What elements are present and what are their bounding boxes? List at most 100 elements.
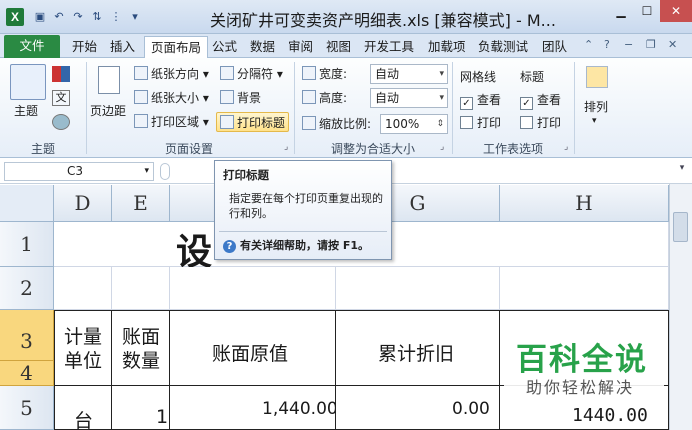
maximize-icon: ☐ bbox=[641, 4, 653, 18]
gridlines-print-checkbox[interactable]: 打印 bbox=[460, 114, 501, 132]
save-icon[interactable]: ▣ bbox=[32, 9, 48, 25]
cell-g5-text: 0.00 bbox=[452, 399, 490, 419]
tooltip-divider bbox=[219, 231, 387, 232]
workbook-close-icon[interactable]: ✕ bbox=[668, 38, 677, 51]
row-header-4[interactable]: 4 bbox=[0, 361, 54, 386]
paper-size-icon bbox=[134, 90, 148, 104]
filter-icon[interactable]: ⋮ bbox=[108, 9, 124, 25]
cell[interactable] bbox=[336, 267, 500, 310]
name-box[interactable]: C3 ▾ bbox=[4, 162, 154, 181]
cell-h5-text: 1440.00 bbox=[572, 405, 648, 426]
scale-stepper[interactable]: 100% ⇕ bbox=[380, 114, 448, 134]
help-icon[interactable]: ? bbox=[604, 38, 610, 51]
stepper-icon[interactable]: ⇕ bbox=[436, 115, 444, 133]
headings-view-label: 查看 bbox=[537, 93, 562, 107]
margins-button[interactable]: 页边距 bbox=[90, 102, 126, 119]
height-icon bbox=[302, 90, 316, 104]
tab-team[interactable]: 团队 bbox=[542, 36, 567, 58]
minimize-button[interactable]: ▁ bbox=[608, 0, 634, 22]
cell-f5-text: 1,440.00 bbox=[262, 399, 338, 419]
cell[interactable] bbox=[170, 267, 336, 310]
select-all-corner[interactable] bbox=[0, 185, 54, 222]
theme-effects-icon[interactable] bbox=[52, 114, 70, 130]
row-header-1[interactable]: 1 bbox=[0, 222, 54, 267]
chevron-down-icon: ▾ bbox=[439, 69, 444, 79]
background-button[interactable]: 背景 bbox=[220, 88, 261, 108]
gridlines-view-label: 查看 bbox=[477, 93, 502, 107]
margins-icon[interactable] bbox=[98, 66, 120, 94]
cell[interactable] bbox=[500, 267, 669, 310]
tab-review[interactable]: 审阅 bbox=[288, 36, 313, 58]
sheet-options-launcher-icon[interactable]: ⌟ bbox=[564, 142, 568, 152]
customize-icon[interactable]: ▾ bbox=[127, 9, 143, 25]
group-label-sheet-options: 工作表选项 bbox=[482, 142, 543, 156]
expand-formula-bar-icon[interactable]: ▾ bbox=[674, 163, 690, 181]
tab-load-test[interactable]: 负载测试 bbox=[478, 36, 528, 58]
print-titles-button[interactable]: 打印标题 bbox=[216, 112, 290, 132]
sort-icon[interactable]: ⇅ bbox=[89, 9, 105, 25]
tab-developer[interactable]: 开发工具 bbox=[364, 36, 414, 58]
chevron-down-icon: ▾ bbox=[592, 116, 597, 126]
watermark-brand: 百科全说 bbox=[516, 342, 648, 378]
size-label: 纸张大小 bbox=[151, 91, 200, 105]
gridlines-view-checkbox[interactable]: ✓ 查看 bbox=[460, 91, 502, 110]
vertical-scrollbar[interactable] bbox=[669, 184, 692, 430]
width-value: 自动 bbox=[375, 67, 400, 81]
redo-icon[interactable]: ↷ bbox=[70, 9, 86, 25]
header-book-value: 账面原值 bbox=[212, 343, 289, 365]
cell[interactable] bbox=[54, 267, 112, 310]
tab-page-layout[interactable]: 页面布局 bbox=[144, 36, 209, 59]
tab-addins[interactable]: 加载项 bbox=[428, 36, 466, 58]
theme-button[interactable]: 主题 bbox=[14, 102, 38, 119]
orientation-button[interactable]: 纸张方向 ▾ bbox=[134, 64, 209, 84]
tab-view[interactable]: 视图 bbox=[326, 36, 351, 58]
orientation-icon bbox=[134, 66, 148, 80]
checkbox-icon bbox=[520, 116, 533, 129]
chevron-down-icon: ▾ bbox=[144, 166, 149, 176]
tab-home[interactable]: 开始 bbox=[72, 36, 97, 58]
minimize-icon: ▁ bbox=[616, 4, 626, 18]
print-area-button[interactable]: 打印区域 ▾ bbox=[134, 112, 209, 132]
tab-formulas[interactable]: 公式 bbox=[212, 36, 237, 58]
tab-file[interactable]: 文件 bbox=[4, 35, 60, 58]
breaks-button[interactable]: 分隔符 ▾ bbox=[220, 64, 283, 84]
size-button[interactable]: 纸张大小 ▾ bbox=[134, 88, 209, 108]
excel-app-icon[interactable]: X bbox=[6, 8, 24, 26]
column-header-d[interactable]: D bbox=[54, 185, 112, 222]
ribbon-tabs: 文件 开始 插入 页面布局 公式 数据 审阅 视图 开发工具 加载项 负载测试 … bbox=[0, 34, 692, 59]
close-button[interactable]: ✕ bbox=[660, 0, 692, 22]
workbook-minimize-icon[interactable]: − bbox=[624, 38, 633, 51]
window-title: 关闭矿井可变卖资产明细表.xls [兼容模式] - M... bbox=[210, 11, 556, 30]
tooltip-help: ? 有关详细帮助，请按 F1。 bbox=[223, 237, 369, 253]
workbook-restore-icon[interactable]: ❐ bbox=[646, 38, 656, 51]
tab-data[interactable]: 数据 bbox=[250, 36, 275, 58]
print-titles-icon bbox=[220, 115, 234, 129]
header-book-qty: 账面数量 bbox=[122, 326, 161, 372]
formula-bar-expander-icon[interactable] bbox=[160, 163, 170, 180]
tab-insert[interactable]: 插入 bbox=[110, 36, 135, 58]
headings-view-checkbox[interactable]: ✓ 查看 bbox=[520, 91, 562, 110]
row-header-3[interactable]: 3 bbox=[0, 310, 54, 361]
cell[interactable] bbox=[112, 267, 170, 310]
row-header-2[interactable]: 2 bbox=[0, 267, 54, 310]
column-header-e[interactable]: E bbox=[112, 185, 170, 222]
theme-colors-icon[interactable] bbox=[52, 66, 70, 82]
scrollbar-thumb[interactable] bbox=[673, 212, 688, 242]
headings-print-checkbox[interactable]: 打印 bbox=[520, 114, 561, 132]
column-header-h[interactable]: H bbox=[500, 185, 669, 222]
undo-icon[interactable]: ↶ bbox=[51, 9, 67, 25]
maximize-button[interactable]: ☐ bbox=[634, 0, 660, 22]
height-select[interactable]: 自动 ▾ bbox=[370, 88, 448, 108]
orientation-label: 纸张方向 bbox=[151, 67, 200, 81]
page-setup-launcher-icon[interactable]: ⌟ bbox=[284, 142, 288, 152]
headings-heading: 标题 bbox=[520, 70, 545, 84]
breaks-icon bbox=[220, 66, 234, 80]
theme-icon[interactable] bbox=[10, 64, 46, 100]
collapse-ribbon-icon[interactable]: ⌃ bbox=[584, 38, 593, 51]
scale-launcher-icon[interactable]: ⌟ bbox=[440, 142, 444, 152]
theme-fonts-icon[interactable]: 文 bbox=[52, 90, 70, 106]
arrange-button[interactable]: 排列 bbox=[584, 98, 608, 115]
width-select[interactable]: 自动 ▾ bbox=[370, 64, 448, 84]
arrange-icon[interactable] bbox=[586, 66, 608, 88]
row-header-5[interactable]: 5 bbox=[0, 386, 54, 430]
